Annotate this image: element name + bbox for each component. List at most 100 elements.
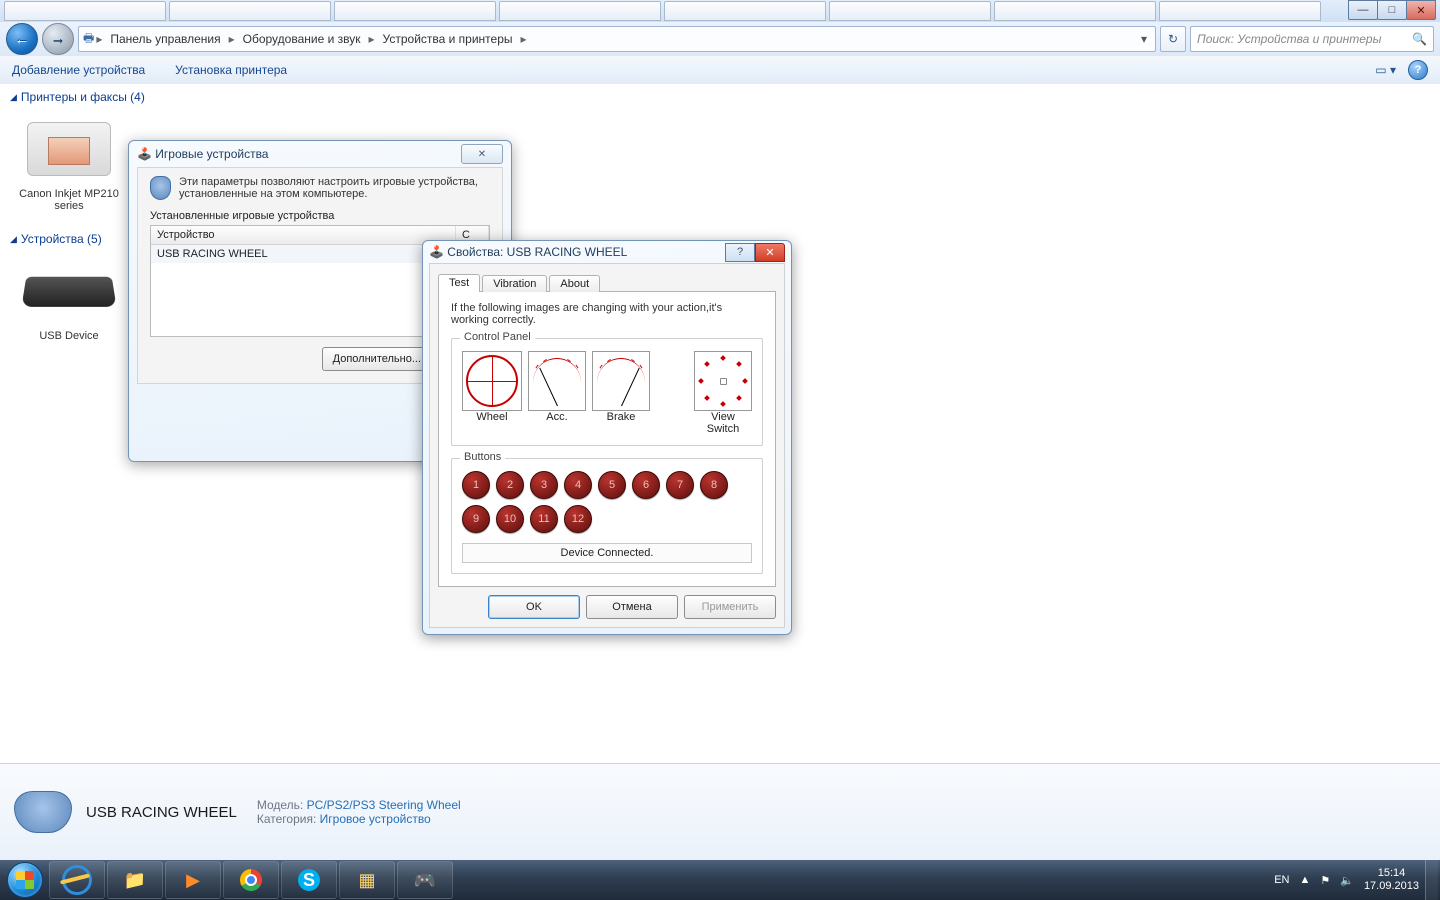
section-title: Принтеры и факсы (4) [21,90,145,104]
breadcrumb-dropdown-icon[interactable]: ▾ [1137,32,1151,46]
taskbar: 📁 ▶ S ▦ 🎮 EN ▲ ⚑ 🔈 15:14 17.09.2013 [0,860,1440,900]
printer-icon [27,122,111,176]
tray-flag-icon[interactable]: ⚑ [1320,874,1330,887]
start-button[interactable] [2,860,48,900]
breadcrumb[interactable]: Оборудование и звук [237,32,367,46]
add-device-link[interactable]: Добавление устройства [12,63,145,77]
tray-lang[interactable]: EN [1274,874,1289,886]
device-status: Device Connected. [462,543,752,563]
joy-button-8: 8 [700,471,728,499]
gauge-viewswitch: View Switch [694,351,752,435]
window-maximize-button[interactable]: □ [1377,0,1407,20]
window-close-button[interactable]: ✕ [1406,0,1436,20]
tray-clock[interactable]: 15:14 17.09.2013 [1364,867,1419,893]
show-desktop-button[interactable] [1425,860,1438,900]
taskbar-media[interactable]: ▶ [165,861,221,899]
joy-button-1: 1 [462,471,490,499]
tab-about[interactable]: About [549,275,600,292]
gamepad-icon: 🎮 [414,870,436,891]
view-options-icon[interactable]: ▭ ▾ [1375,63,1396,77]
joy-button-12: 12 [564,505,592,533]
dialog-title: Свойства: USB RACING WHEEL [447,245,627,259]
joy-button-11: 11 [530,505,558,533]
cancel-button[interactable]: Отмена [586,595,678,619]
browser-tab[interactable] [4,1,166,21]
breadcrumb[interactable]: Устройства и принтеры [377,32,519,46]
details-pane: USB RACING WHEEL Модель: PC/PS2/PS3 Stee… [0,763,1440,860]
browser-tab[interactable] [169,1,331,21]
dialog-help-button[interactable]: ? [725,243,755,262]
details-category-value: Игровое устройство [320,812,431,826]
tray-volume-icon[interactable]: 🔈 [1340,874,1354,887]
taskbar-chrome[interactable] [223,861,279,899]
properties-dialog: 🕹️ Свойства: USB RACING WHEEL ? ✕ Test V… [422,240,792,635]
taskbar-app[interactable]: ▦ [339,861,395,899]
device-label: Canon Inkjet MP210 series [14,188,124,212]
gauge-wheel: Wheel [462,351,522,423]
ok-button[interactable]: OK [488,595,580,619]
browser-tab-strip [0,0,1440,22]
buttons-grid: 1 2 3 4 5 6 7 8 9 10 11 12 [462,471,752,533]
section-title: Устройства (5) [21,232,102,246]
breadcrumb-bar[interactable]: 🖶 ▸ Панель управления ▸ Оборудование и з… [78,26,1156,52]
joystick-icon: 🕹️ [429,245,444,259]
search-icon[interactable]: 🔍 [1412,32,1427,46]
ie-icon [62,865,92,895]
help-icon[interactable]: ? [1408,60,1428,80]
skype-icon: S [298,869,320,891]
device-label: USB Device [14,330,124,342]
window-minimize-button[interactable]: — [1348,0,1378,20]
gauge-brake: Brake [592,351,650,423]
taskbar-explorer[interactable]: 📁 [107,861,163,899]
browser-tab[interactable] [829,1,991,21]
advanced-button[interactable]: Дополнительно... [322,347,432,371]
tray-time: 15:14 [1364,867,1419,880]
joy-button-5: 5 [598,471,626,499]
browser-tab[interactable] [664,1,826,21]
back-button[interactable]: ← [6,23,38,55]
device-item-printer[interactable]: Canon Inkjet MP210 series [14,114,124,212]
refresh-button[interactable]: ↻ [1160,26,1186,52]
details-model-value: PC/PS2/PS3 Steering Wheel [307,798,461,812]
keyboard-icon [21,277,116,307]
browser-tab[interactable] [1159,1,1321,21]
dialog-close-button[interactable]: ✕ [461,144,503,164]
collapse-icon: ◢ [10,92,17,103]
details-title: USB RACING WHEEL [86,804,237,821]
collapse-icon: ◢ [10,234,17,245]
column-header-device[interactable]: Устройство [151,226,456,244]
browser-tab[interactable] [334,1,496,21]
joy-button-10: 10 [496,505,524,533]
add-printer-link[interactable]: Установка принтера [175,63,287,77]
tab-test[interactable]: Test [438,274,480,292]
tray-flag-icon[interactable]: ▲ [1299,874,1310,886]
tab-vibration[interactable]: Vibration [482,275,547,292]
forward-button[interactable]: → [42,23,74,55]
details-model-label: Модель: [257,798,303,812]
joy-button-9: 9 [462,505,490,533]
joy-button-2: 2 [496,471,524,499]
details-category-label: Категория: [257,812,316,826]
gauge-acc: Acc. [528,351,586,423]
search-placeholder: Поиск: Устройства и принтеры [1197,32,1381,46]
browser-tab[interactable] [994,1,1156,21]
list-label: Установленные игровые устройства [150,210,490,222]
devices-icon: 🖶 [83,29,94,50]
fieldset-legend-buttons: Buttons [460,451,505,463]
fieldset-legend-control: Control Panel [460,331,535,343]
section-header-printers[interactable]: ◢ Принтеры и факсы (4) [0,84,1440,110]
apply-button[interactable]: Применить [684,595,776,619]
device-item-usb[interactable]: USB Device [14,256,124,342]
tab-note-text: If the following images are changing wit… [451,302,763,326]
search-input[interactable]: Поиск: Устройства и принтеры 🔍 [1190,26,1434,52]
dialog-close-button[interactable]: ✕ [755,243,785,262]
taskbar-skype[interactable]: S [281,861,337,899]
tray-date: 17.09.2013 [1364,880,1419,893]
taskbar-game-controllers[interactable]: 🎮 [397,861,453,899]
browser-tab[interactable] [499,1,661,21]
gamepad-icon [150,176,171,200]
taskbar-ie[interactable] [49,861,105,899]
breadcrumb[interactable]: Панель управления [104,32,226,46]
joy-button-7: 7 [666,471,694,499]
windows-orb-icon [7,862,43,898]
